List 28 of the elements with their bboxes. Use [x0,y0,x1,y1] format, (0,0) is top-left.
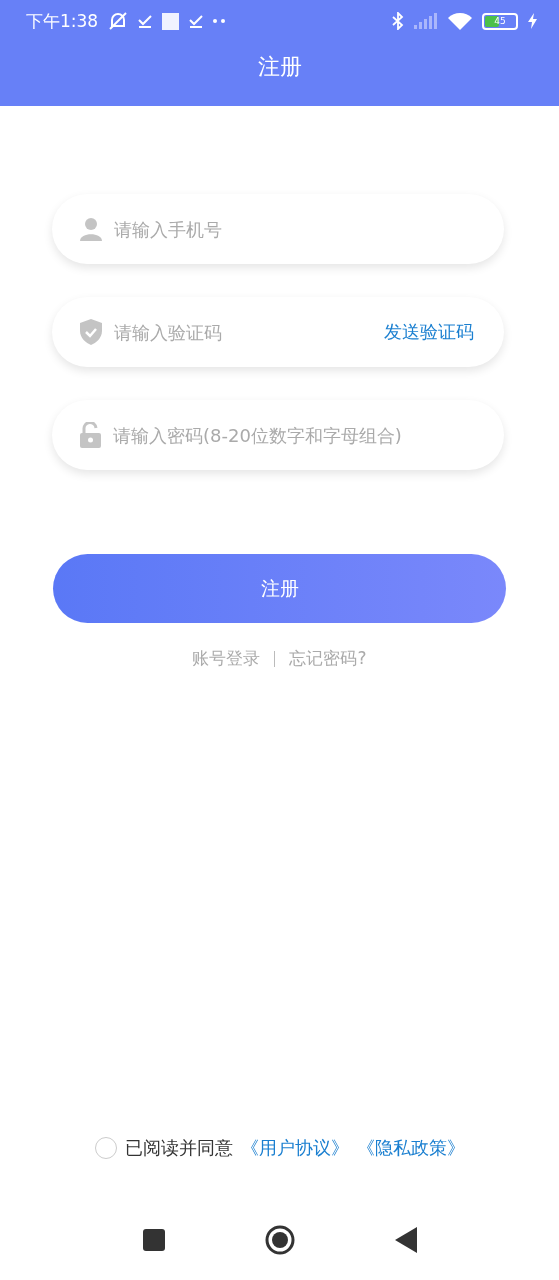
text-link[interactable]: 忘记密码? [289,647,367,670]
agree-checkbox[interactable] [94,1137,117,1159]
status-time: 下午1:38 [26,9,99,33]
download-done-icon [138,14,153,28]
back-icon[interactable] [394,1227,417,1253]
shield-check-icon [80,319,102,345]
charging-bolt-icon [528,13,537,29]
square-icon [162,12,180,30]
home-icon[interactable] [264,1225,295,1255]
password-input[interactable]: 请输入密码(8-20位数字和字母组合) [113,424,474,446]
agree-text: 已阅读并同意 [124,1136,233,1160]
code-input[interactable]: 请输入验证码 [114,321,372,343]
unlocked-padlock-icon [80,422,101,448]
page-title: 注册 [256,53,303,81]
send-code-button[interactable]: 发送验证码 [384,320,474,344]
signal-icon [414,13,438,29]
person-icon [80,217,102,241]
bluetooth-icon [392,12,404,30]
wifi-icon [448,12,472,30]
policy-link[interactable]: 《用户协议》 [240,1136,349,1160]
recents-icon[interactable] [142,1229,165,1251]
policy-link[interactable]: 《隐私政策》 [356,1136,465,1160]
text-link[interactable]: 账号登录 [192,647,261,670]
register-button[interactable]: 注册 [53,554,506,623]
muted-bell-icon [108,12,129,30]
phone-input[interactable]: 请输入手机号 [114,218,474,240]
download-done-icon [189,14,204,28]
more-dots-icon [213,19,226,23]
